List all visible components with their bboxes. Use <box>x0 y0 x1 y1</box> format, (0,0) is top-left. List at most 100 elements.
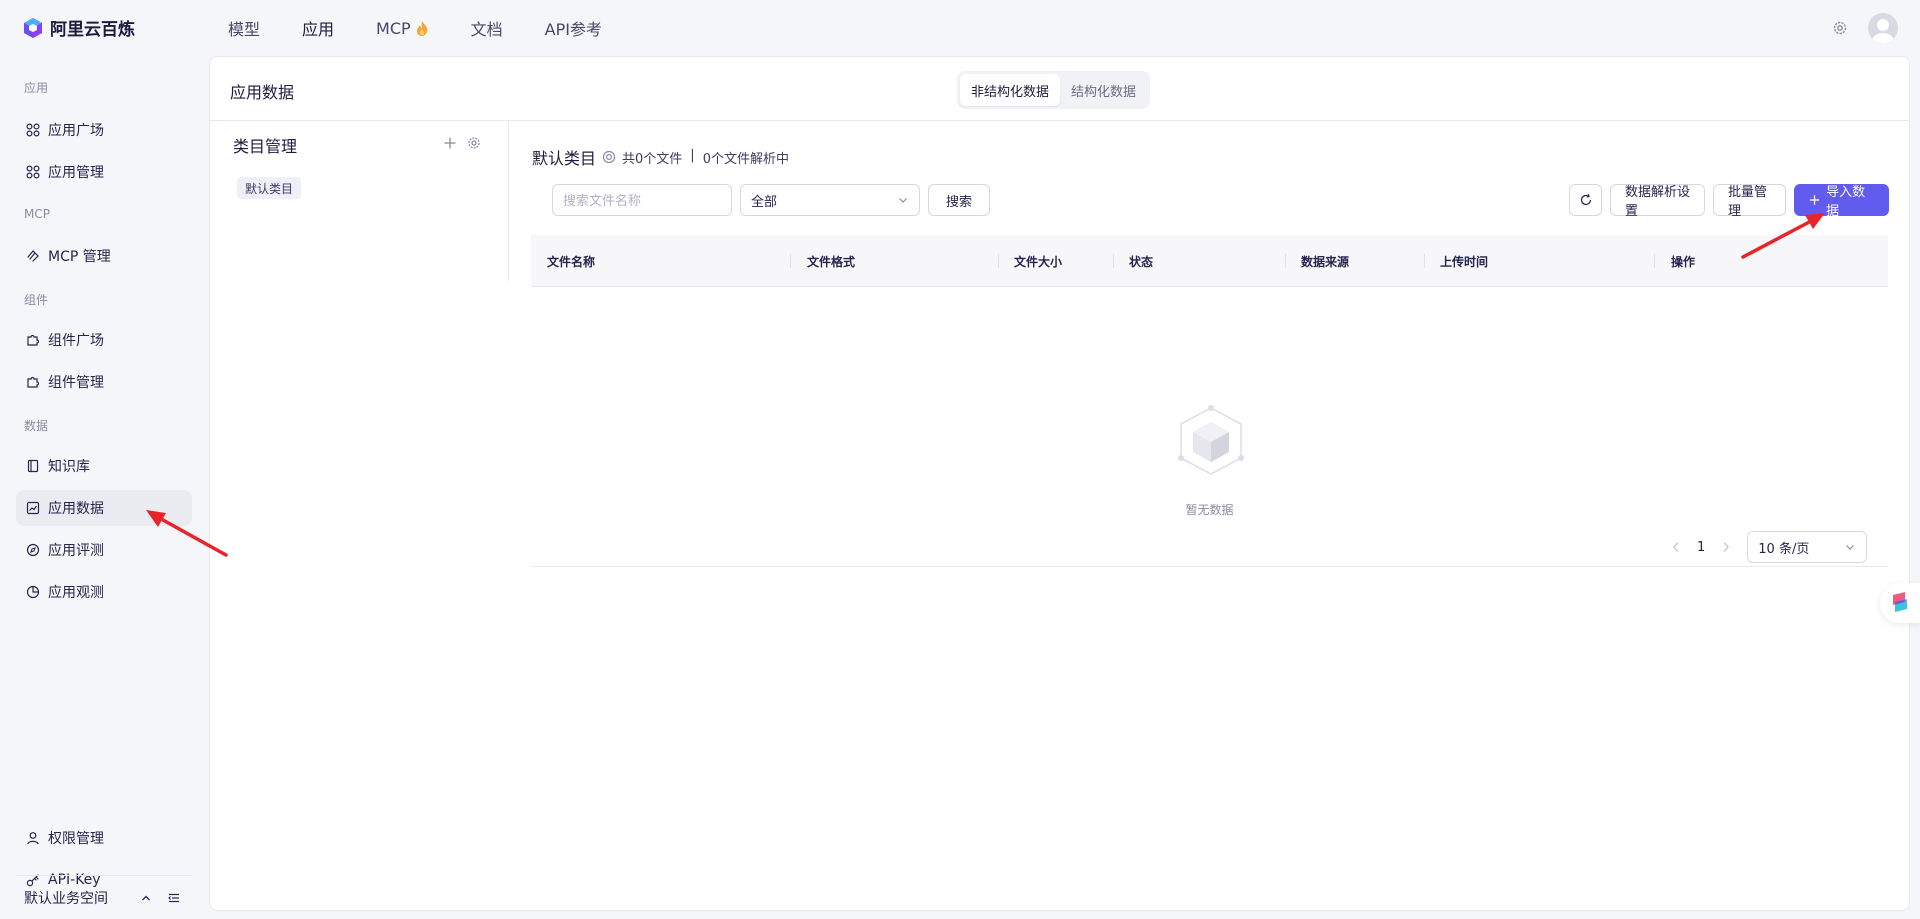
sidebar-group-mcp: MCP <box>24 207 50 221</box>
top-nav: 模型 应用 MCP 文档 API参考 <box>228 0 602 56</box>
category-settings-gear-icon[interactable] <box>467 136 481 150</box>
current-page[interactable]: 1 <box>1697 540 1705 555</box>
sidebar-item-label: 权限管理 <box>48 831 104 847</box>
compass-icon <box>26 543 40 557</box>
add-category-icon[interactable] <box>443 136 457 150</box>
puzzle-settings-icon <box>27 376 40 388</box>
sidebar-item-label: 应用观测 <box>48 585 104 601</box>
table-header: 文件名称 文件格式 文件大小 状态 数据来源 上传时间 操作 <box>531 235 1888 287</box>
parse-settings-button[interactable]: 数据解析设置 <box>1610 184 1705 219</box>
chevron-up-icon[interactable] <box>140 892 152 904</box>
mcp-plug-icon <box>27 250 39 262</box>
apps-grid-icon <box>26 165 40 179</box>
next-page-icon[interactable] <box>1721 541 1731 553</box>
column-header-file-name: 文件名称 <box>547 254 596 269</box>
sidebar-item-app-plaza[interactable]: 应用广场 <box>16 112 192 148</box>
file-stats: 共0个文件 | 0个文件解析中 <box>622 148 789 167</box>
annotation-arrow-import <box>1741 213 1825 259</box>
chevron-down-icon <box>1846 545 1855 550</box>
assistant-logo-icon <box>1893 592 1907 612</box>
content-header: 默认类目 共0个文件 | 0个文件解析中 <box>532 145 789 169</box>
nav-item-mcp[interactable]: MCP <box>376 19 429 38</box>
pagination: 1 10 条/页 <box>1671 531 1868 563</box>
brand-name: 阿里云百炼 <box>50 20 135 40</box>
column-header-upload-time: 上传时间 <box>1440 254 1489 269</box>
settings-gear-icon[interactable] <box>1832 20 1848 36</box>
files-table: 文件名称 文件格式 文件大小 状态 数据来源 上传时间 操作 <box>531 235 1888 287</box>
top-navbar: 阿里云百炼 模型 应用 MCP 文档 API参考 <box>0 0 1920 56</box>
workspace-name: 默认业务空间 <box>24 890 108 907</box>
sidebar-item-app-observe[interactable]: 应用观测 <box>16 574 192 610</box>
status-filter-select[interactable]: 全部 <box>740 184 920 216</box>
category-info-icon[interactable] <box>602 150 616 164</box>
sidebar: 应用 应用广场 应用管理 MCP MCP 管理 组件 组件广场 组件管理 数据 … <box>0 56 200 919</box>
assistant-float-button[interactable] <box>1880 583 1920 623</box>
file-search-input[interactable] <box>552 184 732 216</box>
category-chip-default[interactable]: 默认类目 <box>237 177 302 199</box>
category-actions <box>443 136 481 150</box>
sidebar-group-components: 组件 <box>24 293 49 307</box>
column-header-file-format: 文件格式 <box>807 254 856 269</box>
empty-box-icon <box>1178 405 1244 475</box>
refresh-button[interactable] <box>1569 184 1602 216</box>
file-toolbar: 全部 搜索 数据解析设置 批量管理 导入数据 <box>552 184 1889 219</box>
sidebar-group-apps: 应用 <box>24 81 49 95</box>
nav-item-api-reference[interactable]: API参考 <box>545 16 602 40</box>
brand-logo-icon <box>24 17 42 38</box>
nav-item-apps[interactable]: 应用 <box>302 16 334 40</box>
main-panel: 应用数据 非结构化数据 结构化数据 类目管理 默认类目 默认类目 共0个文件 |… <box>209 56 1910 911</box>
annotation-arrow-sidebar <box>146 510 228 557</box>
column-header-status: 状态 <box>1129 254 1154 269</box>
file-count: 共0个文件 <box>622 151 683 167</box>
top-right-actions <box>1832 13 1898 43</box>
sidebar-item-label: 知识库 <box>48 459 90 475</box>
sidebar-item-permissions[interactable]: 权限管理 <box>16 820 192 856</box>
status-filter-value: 全部 <box>751 194 778 210</box>
sidebar-item-label: MCP 管理 <box>48 249 111 265</box>
prev-page-icon[interactable] <box>1671 541 1681 553</box>
chart-line-icon <box>26 501 40 515</box>
chevron-down-icon <box>899 198 907 203</box>
data-type-tabs: 非结构化数据 结构化数据 <box>957 71 1151 109</box>
pie-chart-icon <box>26 585 40 599</box>
page-size-value: 10 条/页 <box>1758 541 1810 557</box>
sidebar-item-label: 应用广场 <box>48 123 104 139</box>
sidebar-group-data: 数据 <box>24 419 49 433</box>
parsing-count: 0个文件解析中 <box>702 151 789 167</box>
sidebar-item-app-manage[interactable]: 应用管理 <box>16 154 192 190</box>
column-header-actions: 操作 <box>1671 254 1696 269</box>
search-button[interactable]: 搜索 <box>928 184 990 216</box>
book-icon <box>27 459 39 473</box>
page-title: 应用数据 <box>230 83 295 102</box>
column-header-data-source: 数据来源 <box>1301 254 1350 269</box>
apps-grid-icon <box>26 123 40 137</box>
sidebar-item-label: 应用数据 <box>48 501 104 517</box>
refresh-icon <box>1580 194 1591 206</box>
page-size-select[interactable]: 10 条/页 <box>1747 531 1868 563</box>
workspace-switcher[interactable]: 默认业务空间 <box>16 875 192 919</box>
stats-divider: | <box>690 147 695 163</box>
category-panel-title: 类目管理 <box>233 137 298 156</box>
puzzle-icon <box>27 334 40 346</box>
sidebar-item-component-plaza[interactable]: 组件广场 <box>16 322 192 358</box>
tab-unstructured-data[interactable]: 非结构化数据 <box>960 74 1061 106</box>
sidebar-item-label: 应用管理 <box>48 165 104 181</box>
sidebar-item-label: 应用评测 <box>48 543 104 559</box>
brand-logo[interactable]: 阿里云百炼 <box>22 15 135 40</box>
sidebar-item-mcp-manage[interactable]: MCP 管理 <box>16 238 192 274</box>
menu-collapse-icon[interactable] <box>168 892 180 904</box>
sidebar-item-component-manage[interactable]: 组件管理 <box>16 364 192 400</box>
user-icon <box>27 832 39 845</box>
column-header-file-size: 文件大小 <box>1014 254 1063 269</box>
user-avatar[interactable] <box>1868 13 1898 43</box>
main-header: 应用数据 非结构化数据 结构化数据 <box>210 57 1909 121</box>
sidebar-item-knowledge-base[interactable]: 知识库 <box>16 448 192 484</box>
sidebar-item-label: 组件广场 <box>48 333 104 349</box>
category-title: 默认类目 <box>532 149 597 168</box>
nav-item-mcp-label: MCP <box>376 18 411 38</box>
tab-structured-data[interactable]: 结构化数据 <box>1060 74 1147 106</box>
nav-item-docs[interactable]: 文档 <box>471 16 503 40</box>
fire-icon <box>416 20 427 36</box>
empty-state-text: 暂无数据 <box>1185 503 1234 517</box>
nav-item-models[interactable]: 模型 <box>228 16 260 40</box>
